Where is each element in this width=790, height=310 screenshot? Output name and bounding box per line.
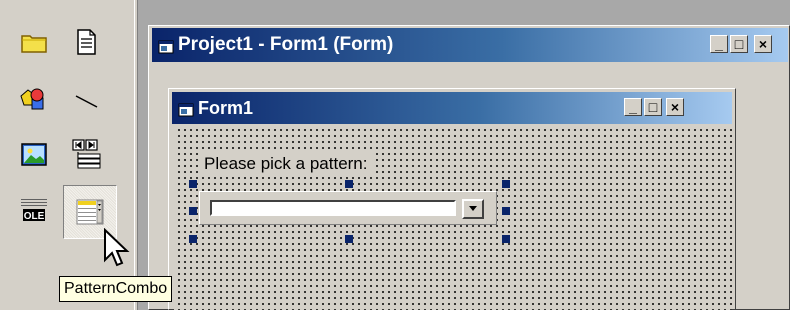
text-box-tool[interactable] [62,18,110,66]
frame-tool[interactable] [10,18,58,66]
pattern-combo-control[interactable] [199,191,497,225]
resize-handle-s[interactable] [345,235,353,243]
data-icon [72,139,101,169]
minimize-button[interactable]: _ [710,35,728,53]
resize-handle-e[interactable] [502,207,510,215]
close-button[interactable]: × [754,35,772,53]
toolbox: OLE [0,0,133,310]
form-minimize-button[interactable]: _ [624,98,642,116]
line-tool[interactable] [62,76,110,124]
ole-icon: OLE [21,199,47,222]
ole-tool[interactable]: OLE [10,186,58,234]
pattern-label[interactable]: Please pick a pattern: [198,152,374,176]
project-window-titlebar[interactable]: Project1 - Form1 (Form) [152,28,788,62]
tooltip: PatternCombo [59,276,173,302]
shape-icon [20,88,44,110]
resize-handle-w[interactable] [189,207,197,215]
pattern-combo-icon [76,199,104,225]
mouse-cursor-icon [104,228,130,267]
image-tool[interactable] [10,130,58,178]
ole-text: OLE [24,211,45,222]
shape-tool[interactable] [10,76,58,124]
resize-handle-se[interactable] [502,235,510,243]
image-icon [21,143,47,166]
data-tool[interactable] [62,130,110,178]
resize-handle-sw[interactable] [189,235,197,243]
form-window-title: Form1 [198,97,254,118]
form-close-button[interactable]: × [666,98,684,116]
pattern-combo-field[interactable] [210,200,456,216]
resize-handle-ne[interactable] [502,180,510,188]
form-maximize-button[interactable]: □ [644,98,662,116]
text-box-icon [77,29,96,55]
line-icon [75,95,98,108]
form-icon [178,101,194,117]
project-window-title: Project1 - Form1 (Form) [178,34,394,55]
resize-handle-n[interactable] [345,180,353,188]
resize-handle-nw[interactable] [189,180,197,188]
combo-dropdown-button[interactable] [462,199,484,219]
chevron-down-icon [469,206,477,211]
frame-icon [21,35,47,53]
form-icon [158,38,174,54]
maximize-button[interactable]: □ [730,35,748,53]
